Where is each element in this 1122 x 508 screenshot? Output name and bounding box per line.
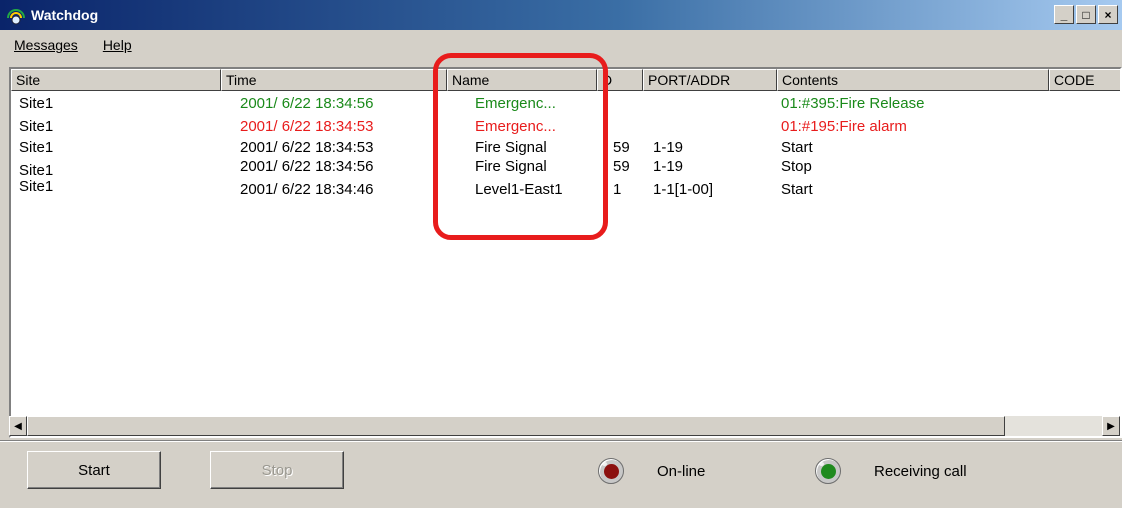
close-button[interactable]: × <box>1098 5 1118 24</box>
cell-site: Site1 <box>19 178 54 195</box>
scroll-left-icon[interactable]: ◀ <box>9 416 27 436</box>
table-row[interactable]: Site1 2001/ 6/22 18:34:53 Emergenc... 01… <box>11 118 1111 138</box>
receiving-led-icon <box>815 458 841 484</box>
table-row[interactable]: Site1 2001/ 6/22 18:34:53 Fire Signal 59… <box>11 139 1111 159</box>
cell-name: Fire Signal <box>475 139 547 156</box>
column-id[interactable]: D <box>597 69 643 91</box>
cell-port: 1-19 <box>653 158 684 175</box>
title-bar: Watchdog _ □ × <box>0 0 1122 30</box>
cell-time: 2001/ 6/22 18:34:56 <box>240 158 374 175</box>
menu-bar: Messages Help <box>0 31 1122 59</box>
cell-site: Site1 <box>19 162 54 179</box>
message-list[interactable]: Site Time Name D PORT/ADDR Contents CODE… <box>9 67 1122 438</box>
cell-id: 59 <box>613 158 630 175</box>
cell-site: Site1 <box>19 118 54 135</box>
scrollbar-thumb[interactable] <box>27 416 1005 436</box>
cell-contents: Stop <box>781 158 812 175</box>
cell-id: 1 <box>613 181 622 198</box>
horizontal-scrollbar[interactable]: ◀ ▶ <box>9 416 1120 436</box>
cell-name: Emergenc... <box>475 95 556 112</box>
receiving-label: Receiving call <box>874 463 967 480</box>
cell-time: 2001/ 6/22 18:34:56 <box>240 95 374 112</box>
cell-contents: Start <box>781 139 813 156</box>
app-icon <box>5 4 27 26</box>
scroll-right-icon[interactable]: ▶ <box>1102 416 1120 436</box>
start-button[interactable]: Start <box>27 451 161 489</box>
online-led-core <box>604 464 619 479</box>
cell-name: Fire Signal <box>475 158 547 175</box>
cell-contents: 01:#395:Fire Release <box>781 95 925 112</box>
cell-time: 2001/ 6/22 18:34:46 <box>240 181 374 198</box>
online-led-icon <box>598 458 624 484</box>
receiving-led-core <box>821 464 836 479</box>
cell-port: 1-1[1-00] <box>653 181 714 198</box>
divider <box>0 440 1122 442</box>
column-time[interactable]: Time <box>221 69 447 91</box>
column-name[interactable]: Name <box>447 69 597 91</box>
stop-button[interactable]: Stop <box>210 451 344 489</box>
column-code[interactable]: CODE <box>1049 69 1120 91</box>
column-port-addr[interactable]: PORT/ADDR <box>643 69 777 91</box>
window-title: Watchdog <box>31 7 99 23</box>
list-header: Site Time Name D PORT/ADDR Contents CODE <box>11 69 1120 91</box>
cell-contents: Start <box>781 181 813 198</box>
cell-contents: 01:#195:Fire alarm <box>781 118 907 135</box>
cell-name: Emergenc... <box>475 118 556 135</box>
table-row[interactable]: Site1 2001/ 6/22 18:34:56 Fire Signal 59… <box>11 158 1111 179</box>
column-contents[interactable]: Contents <box>777 69 1049 91</box>
menu-help[interactable]: Help <box>89 37 143 53</box>
cell-name: Level1-East1 <box>475 181 563 198</box>
table-row[interactable]: Site1 2001/ 6/22 18:34:46 Level1-East1 1… <box>11 178 1111 201</box>
online-label: On-line <box>657 463 706 480</box>
table-row[interactable]: Site1 2001/ 6/22 18:34:56 Emergenc... 01… <box>11 95 1111 115</box>
cell-id: 59 <box>613 139 630 156</box>
cell-site: Site1 <box>19 95 54 112</box>
cell-site: Site1 <box>19 139 54 156</box>
cell-time: 2001/ 6/22 18:34:53 <box>240 118 374 135</box>
cell-port: 1-19 <box>653 139 684 156</box>
column-site[interactable]: Site <box>11 69 221 91</box>
minimize-button[interactable]: _ <box>1054 5 1074 24</box>
maximize-button[interactable]: □ <box>1076 5 1096 24</box>
cell-time: 2001/ 6/22 18:34:53 <box>240 139 374 156</box>
menu-messages[interactable]: Messages <box>0 37 89 53</box>
